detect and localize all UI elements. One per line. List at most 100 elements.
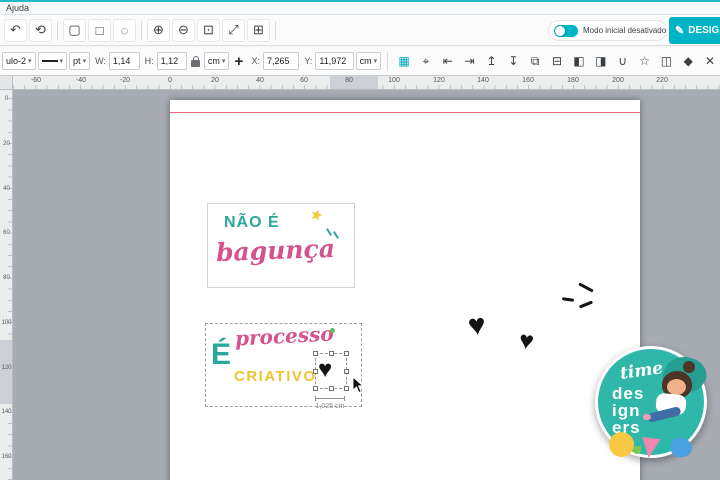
stroke-swatch — [41, 60, 58, 62]
ruler-v-label: 40 — [3, 186, 10, 192]
ungroup-icon[interactable]: ⊟ — [547, 51, 567, 72]
toggle-knob — [555, 25, 565, 36]
badge-pink-cone — [639, 436, 661, 460]
delete-icon[interactable]: ✕ — [700, 51, 720, 72]
ruler-h-label: 80 — [345, 77, 353, 84]
undo-icon[interactable]: ↶ — [4, 18, 27, 42]
grid-icon[interactable]: ▦ — [394, 51, 414, 72]
y-input[interactable]: 11,972 — [315, 52, 354, 70]
zoom-fit-icon[interactable]: ⊞ — [247, 18, 270, 42]
stroke-unit-value: pt — [73, 56, 81, 66]
selection-handle[interactable] — [329, 386, 334, 391]
selection-handle[interactable] — [344, 386, 349, 391]
move-anchor-icon[interactable]: + — [231, 53, 246, 70]
chevron-down-icon: ▾ — [221, 58, 226, 65]
character-shoe — [643, 414, 651, 420]
vertical-ruler[interactable]: 0 20 40 60 80 100 120 140 160 — [0, 90, 13, 480]
align-top-icon[interactable]: ↥ — [482, 51, 502, 72]
green-dot — [330, 328, 335, 333]
selection-handle[interactable] — [313, 351, 318, 356]
width-label: W: — [95, 56, 106, 66]
menu-help[interactable]: Ajuda — [6, 3, 29, 13]
initial-mode-chip: Modo inicial desativado — [548, 20, 667, 41]
badge-word-ign: ign — [612, 401, 641, 420]
design2-letter-e: É — [211, 338, 232, 371]
pan-icon[interactable]: ⤢ — [222, 18, 245, 42]
canvas-workspace[interactable]: NÃO É ★ bagunça É processo CRIATIVO ♥ 1,… — [13, 90, 720, 480]
ruler-selection-highlight — [0, 340, 12, 404]
time-designers-badge: time des ign ers — [593, 344, 715, 470]
toolbar-separator — [387, 51, 389, 71]
ruler-h-label: 100 — [388, 77, 400, 84]
offset-icon[interactable]: ☆ — [635, 51, 655, 72]
initial-mode-label: Modo inicial desativado — [583, 26, 667, 35]
center-on-page-icon[interactable]: ⌖ — [416, 51, 436, 72]
heart-icon[interactable]: ♥ — [466, 308, 487, 344]
chevron-down-icon: ▾ — [28, 58, 32, 65]
zoom-selection-icon[interactable]: ⊡ — [197, 18, 220, 42]
align-left-icon[interactable]: ⇤ — [438, 51, 458, 72]
ruler-v-label: 100 — [1, 320, 12, 326]
ruler-v-label: 120 — [1, 365, 12, 371]
weld-icon[interactable]: ∪ — [613, 51, 633, 72]
pos-unit-dropdown[interactable]: cm ▾ — [355, 52, 382, 70]
lasso-select-icon[interactable]: ◌ — [113, 18, 136, 42]
selection-box[interactable] — [313, 351, 349, 391]
main-toolbar: ↶ ⟲ ▢ □ ◌ ⊕ ⊖ ⊡ ⤢ ⊞ Modo inicial desativ… — [0, 15, 720, 46]
send-back-icon[interactable]: ◨ — [591, 51, 611, 72]
height-input[interactable]: 1,12 — [156, 52, 188, 70]
design2-text-processo: processo — [234, 321, 335, 351]
ruler-v-label: 80 — [3, 275, 10, 281]
selection-handle[interactable] — [313, 386, 318, 391]
design-button[interactable]: ✎ DESIG — [669, 17, 720, 44]
bring-front-icon[interactable]: ◧ — [569, 51, 589, 72]
zoom-in-icon[interactable]: ⊕ — [147, 18, 170, 42]
align-right-icon[interactable]: ⇥ — [460, 51, 480, 72]
ruler-h-label: 140 — [477, 77, 489, 84]
stroke-style-dropdown[interactable]: ▾ — [37, 52, 68, 70]
badge-word-des: des — [612, 384, 645, 403]
size-unit-dropdown[interactable]: cm ▾ — [203, 52, 230, 70]
history-icon[interactable]: ⟲ — [29, 18, 52, 42]
toolbar-separator — [57, 20, 58, 40]
group-icon[interactable]: ⧉ — [525, 51, 545, 72]
ruler-h-label: 60 — [300, 77, 308, 84]
character-face — [667, 379, 686, 395]
select-tool-icon[interactable]: ▢ — [63, 18, 86, 42]
ruler-v-label: 20 — [3, 141, 10, 147]
preset-value: ulo-2 — [6, 56, 27, 66]
menubar: Ajuda — [0, 2, 720, 15]
design-nao-e-bagunca[interactable]: NÃO É ★ bagunça — [207, 203, 355, 288]
design-button-label: DESIG — [688, 25, 720, 36]
ruler-h-label: -20 — [119, 77, 131, 84]
selection-handle[interactable] — [344, 351, 349, 356]
character-hair-bun — [683, 361, 695, 373]
horizontal-ruler[interactable]: -60 -40 -20 0 20 40 60 80 100 120 140 16… — [13, 76, 720, 90]
pos-unit-value: cm — [359, 56, 372, 66]
marquee-select-icon[interactable]: □ — [88, 18, 111, 42]
lock-aspect-icon[interactable] — [191, 55, 200, 67]
ruler-v-label: 140 — [1, 409, 12, 415]
preset-dropdown[interactable]: ulo-2 ▾ — [2, 52, 36, 70]
stroke-unit-dropdown[interactable]: pt ▾ — [69, 52, 91, 70]
measurement-label: 1,025 cm — [315, 403, 345, 410]
sparkle-marks — [561, 282, 602, 320]
ruler-h-label: 0 — [168, 77, 172, 84]
ruler-v-label: 160 — [1, 454, 12, 460]
x-input[interactable]: 7,265 — [263, 52, 300, 70]
selection-handle[interactable] — [329, 351, 334, 356]
selection-handle[interactable] — [344, 369, 349, 374]
chevron-down-icon: ▾ — [59, 58, 64, 65]
3d-icon[interactable]: ◫ — [656, 51, 676, 72]
initial-mode-toggle[interactable] — [554, 24, 578, 37]
toolbar-separator — [275, 20, 276, 40]
shapes-icon[interactable]: ◆ — [678, 51, 698, 72]
align-bottom-icon[interactable]: ↧ — [503, 51, 523, 72]
ruler-h-label: -60 — [30, 77, 42, 84]
zoom-out-icon[interactable]: ⊖ — [172, 18, 195, 42]
mouse-cursor — [352, 375, 366, 399]
badge-green-leaf — [633, 446, 641, 454]
badge-blue-shape — [671, 438, 692, 457]
width-input[interactable]: 1,14 — [108, 52, 140, 70]
selection-handle[interactable] — [313, 369, 318, 374]
